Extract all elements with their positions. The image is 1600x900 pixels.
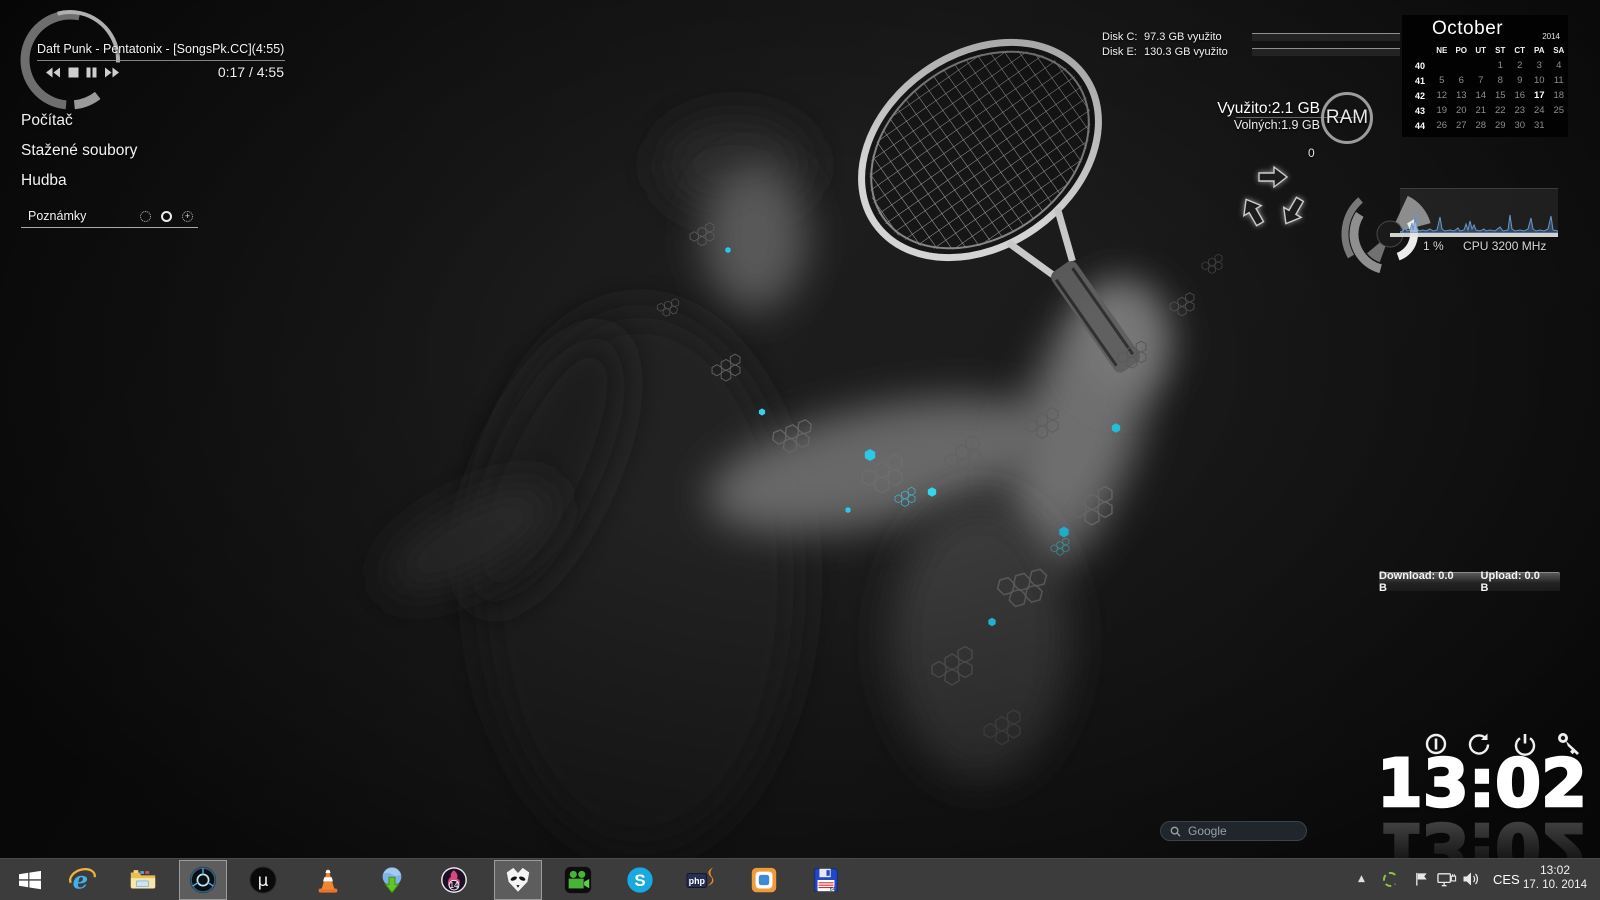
vlc-icon (313, 865, 343, 895)
windows-logo-icon (17, 867, 43, 893)
floppy-disk-icon: 64 (811, 865, 841, 895)
recycle-bin-count: 0 (1308, 146, 1315, 160)
previous-button[interactable] (44, 66, 61, 79)
taskbar-download-manager[interactable] (368, 860, 416, 900)
taskbar-video-app[interactable] (554, 860, 602, 900)
notes-circle-icon[interactable] (161, 211, 172, 222)
track-title: Daft Punk - Pentatonix - [SongsPk.CC](4:… (37, 42, 297, 56)
network-download: Download: 0.0 B (1379, 570, 1464, 594)
svg-text:S: S (634, 871, 645, 890)
internet-explorer-icon: e (67, 865, 97, 895)
ram-widget: Využito:2.1 GB Volných:1.9 GB (1100, 100, 1320, 132)
cpu-graph (1400, 188, 1558, 234)
tray-green-utility-icon[interactable] (1383, 859, 1398, 899)
calendar-grid: NEPOUTSTCTPASA 40 1234 41 567891011 42 1… (1408, 43, 1569, 133)
foobar2000-icon (503, 865, 533, 895)
shortcut-music[interactable]: Hudba (21, 172, 67, 190)
video-camera-icon (563, 865, 593, 895)
disk-e-row[interactable]: Disk E: 130.3 GB využito (1100, 46, 1400, 60)
file-explorer-icon (128, 865, 158, 895)
player-divider (37, 60, 285, 61)
notes-refresh-icon[interactable] (140, 211, 151, 222)
taskbar-chrome-active[interactable] (179, 860, 227, 900)
cpu-text: 1 % CPU 3200 MHz (1395, 239, 1560, 253)
tray-hidden-icons-button[interactable]: ▲ (1358, 859, 1365, 899)
calendar-today: 17 (1534, 90, 1545, 101)
start-button[interactable] (6, 860, 54, 900)
ram-circle: RAM (1321, 92, 1373, 144)
notes-underline (21, 227, 198, 228)
taskbar-flame-app[interactable]: 14 (430, 860, 478, 900)
svg-text:µ: µ (258, 870, 269, 890)
svg-text:64: 64 (830, 887, 836, 893)
disk-c-label: Disk C: (1102, 31, 1137, 43)
disk-c-bar (1252, 33, 1400, 41)
calendar-widget: October 2014 NEPOUTSTCTPASA 40 1234 41 5… (1402, 15, 1568, 137)
disk-c-row[interactable]: Disk C: 97.3 GB využito (1100, 31, 1400, 45)
search-icon[interactable] (1170, 826, 1181, 837)
action-center-flag-icon[interactable] (1414, 859, 1429, 899)
stop-button[interactable] (68, 66, 79, 79)
tray-clock[interactable]: 13:02 17. 10. 2014 (1516, 863, 1594, 893)
music-player-widget: Daft Punk - Pentatonix - [SongsPk.CC](4:… (8, 4, 298, 114)
ram-free: Volných:1.9 GB (1100, 118, 1320, 132)
tray-date: 17. 10. 2014 (1516, 878, 1594, 893)
pause-button[interactable] (86, 66, 97, 79)
notes-add-icon[interactable]: + (182, 211, 193, 222)
chrome-icon (188, 865, 218, 895)
ram-used: Využito:2.1 GB (1100, 100, 1320, 118)
cpu-label: CPU 3200 MHz (1463, 239, 1546, 253)
disk-e-usage: 130.3 GB využito (1144, 46, 1228, 58)
tray-time: 13:02 (1516, 863, 1594, 878)
disk-c-usage: 97.3 GB využito (1144, 31, 1222, 43)
cpu-baseline (1390, 233, 1558, 237)
utorrent-icon: µ (248, 865, 278, 895)
volume-tray-icon[interactable] (1462, 859, 1480, 899)
taskbar-vlc[interactable] (304, 860, 352, 900)
php-icon: php (686, 865, 718, 895)
taskbar-file-explorer[interactable] (119, 860, 167, 900)
cpu-usage: 1 % (1423, 239, 1444, 253)
calendar-month: October (1432, 18, 1503, 40)
flame-14-icon: 14 (439, 865, 469, 895)
recycle-bin-icon[interactable] (1238, 162, 1308, 236)
shortcut-notes[interactable]: Poznámky (28, 209, 86, 223)
search-input[interactable] (1186, 823, 1297, 839)
taskbar-skype[interactable]: S (616, 860, 664, 900)
taskbar-php-app[interactable]: php (678, 860, 726, 900)
svg-text:14: 14 (450, 881, 459, 890)
svg-text:php: php (689, 876, 706, 886)
skype-icon: S (625, 865, 655, 895)
shortcut-computer[interactable]: Počítač (21, 112, 73, 130)
network-upload: Upload: 0.0 B (1481, 570, 1550, 594)
taskbar-vmware[interactable] (740, 860, 788, 900)
disk-e-label: Disk E: (1102, 46, 1137, 58)
network-widget: Download: 0.0 B Upload: 0.0 B (1379, 572, 1560, 591)
disk-e-bar (1252, 48, 1400, 56)
vmware-icon (749, 865, 779, 895)
shortcut-downloads[interactable]: Stažené soubory (21, 142, 137, 160)
google-search-bar[interactable] (1160, 821, 1307, 841)
desktop-clock: 13:02 (1377, 751, 1587, 817)
download-manager-icon (377, 865, 407, 895)
taskbar-utorrent[interactable]: µ (239, 860, 287, 900)
next-button[interactable] (104, 66, 121, 79)
taskbar: e µ (0, 858, 1600, 900)
network-tray-icon[interactable] (1437, 859, 1457, 899)
taskbar-floppy-app[interactable]: 64 (802, 860, 850, 900)
taskbar-foobar2000-active[interactable] (494, 860, 542, 900)
ram-label: RAM (1326, 107, 1368, 129)
calendar-year: 2014 (1542, 32, 1560, 41)
tennis-racket (820, 0, 1236, 440)
taskbar-internet-explorer[interactable]: e (58, 860, 106, 900)
track-time: 0:17 / 4:55 (218, 64, 284, 80)
